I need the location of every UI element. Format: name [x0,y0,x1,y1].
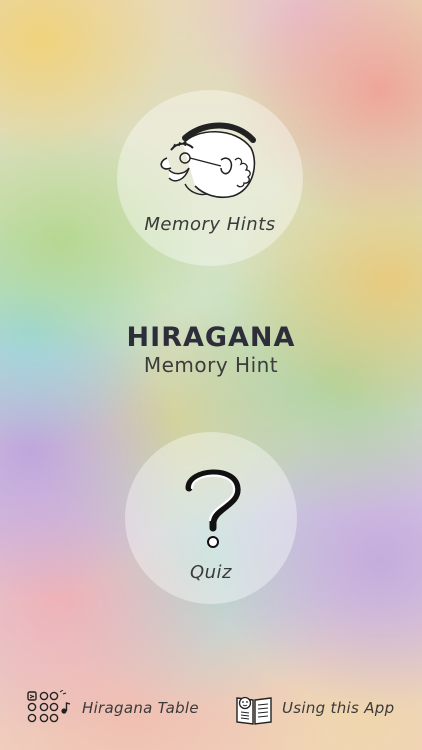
question-mark-icon [185,469,241,548]
app-title: HIRAGANA [126,322,296,353]
using-this-app-button[interactable]: Using this App [234,690,394,726]
old-man-face-icon [160,122,256,199]
book-icon [236,696,272,725]
title-block: HIRAGANA Memory Hint [0,322,422,377]
memory-hints-label: Memory Hints [144,214,276,235]
memory-hints-button[interactable]: Memory Hints [117,90,303,266]
using-this-app-label: Using this App [282,699,395,717]
hiragana-table-label: Hiragana Table [82,699,199,717]
quiz-label: Quiz [189,562,233,583]
quiz-button[interactable]: Quiz [125,432,297,604]
hiragana-table-button[interactable]: Hiragana Table [26,690,199,726]
kana-grid-icon [27,690,71,723]
app-subtitle: Memory Hint [143,353,279,377]
